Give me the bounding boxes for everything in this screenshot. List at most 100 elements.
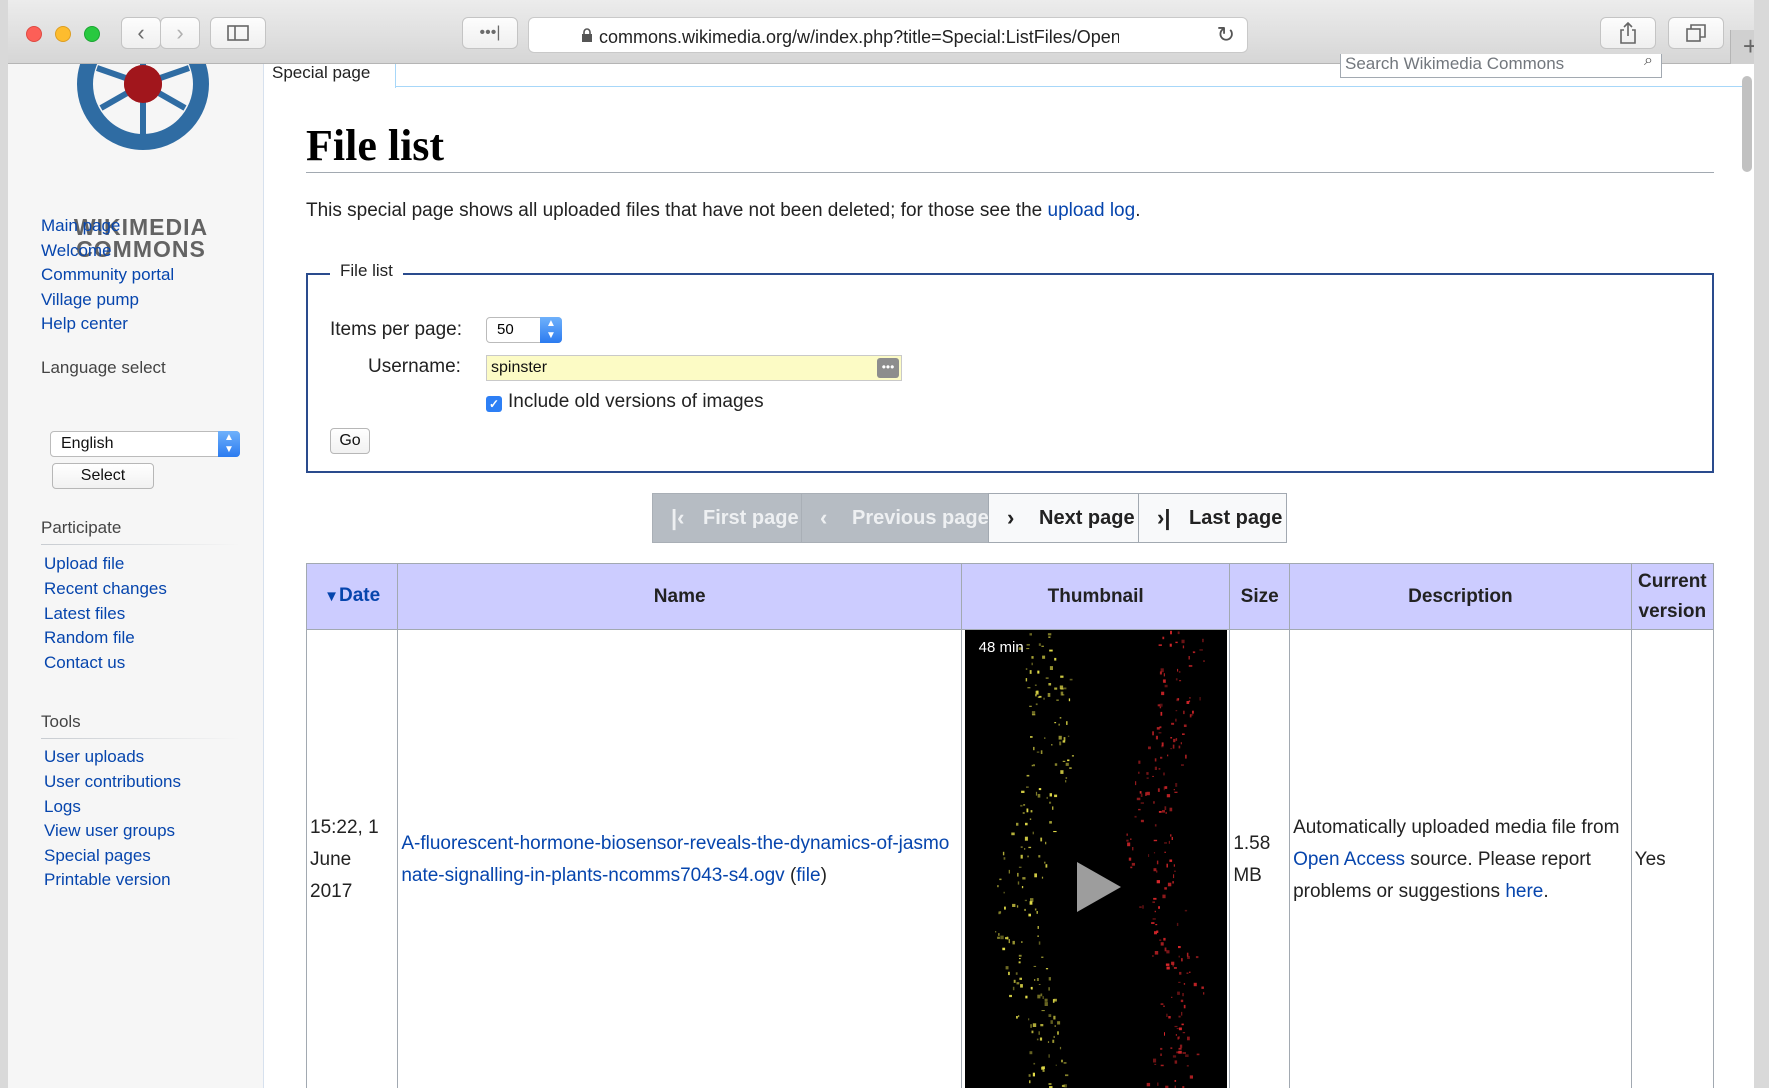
cell-size: 1.58 MB	[1229, 629, 1291, 1088]
cell-description: Automatically uploaded media file from O…	[1289, 629, 1632, 1088]
chevron-left-icon: ‹	[820, 505, 828, 530]
video-duration: 48 min	[978, 639, 1024, 656]
cell-current-version: Yes	[1630, 629, 1715, 1088]
perpage-label: Items per page:	[330, 319, 463, 340]
minimize-window-button[interactable]	[55, 26, 71, 42]
language-select-button[interactable]: Select	[52, 463, 154, 489]
table-header-row: ▼Date Name Thumbnail Size Description Cu…	[305, 563, 1715, 630]
more-dots-icon: •••|	[479, 24, 501, 41]
cell-thumbnail: 48 min	[960, 629, 1231, 1088]
chevron-updown-icon: ▲ ▼	[218, 431, 240, 457]
main-content: Special page Search Wikimedia Commons ⌕ F…	[264, 54, 1754, 1088]
sidebar-item-latest-files[interactable]: Latest files	[44, 604, 125, 624]
tabs-overview-button[interactable]	[1668, 17, 1724, 49]
lock-icon	[582, 28, 592, 42]
sidebar-item-upload-file[interactable]: Upload file	[44, 554, 124, 574]
sidebar-item-logs[interactable]: Logs	[44, 797, 81, 817]
include-old-versions-label: Include old versions of images	[508, 391, 764, 412]
sidebar-item-main-page[interactable]: Main page	[41, 216, 120, 236]
open-access-link[interactable]: Open Access	[1293, 849, 1405, 870]
previous-page-button[interactable]: ‹ Previous page	[801, 493, 989, 543]
tabs-icon	[1686, 24, 1706, 42]
forward-button[interactable]: ›	[160, 17, 200, 49]
chevron-right-icon: ›	[1007, 505, 1015, 530]
zoom-window-button[interactable]	[84, 26, 100, 42]
column-header-thumbnail: Thumbnail	[960, 563, 1231, 630]
autofill-icon[interactable]: •••	[877, 358, 899, 378]
sidebar-item-user-contributions[interactable]: User contributions	[44, 772, 181, 792]
sidebar-item-view-user-groups[interactable]: View user groups	[44, 821, 175, 841]
share-button[interactable]	[1600, 17, 1656, 49]
chevron-left-icon: ‹	[137, 20, 145, 45]
search-icon[interactable]: ⌕	[1644, 54, 1653, 70]
go-button[interactable]: Go	[330, 428, 370, 454]
sidebar-item-recent-changes[interactable]: Recent changes	[44, 579, 167, 599]
reload-icon[interactable]: ↻	[1217, 22, 1235, 48]
next-page-button[interactable]: › Next page	[988, 493, 1139, 543]
top-sites-button[interactable]: •••|	[462, 17, 518, 49]
sidebar-item-random-file[interactable]: Random file	[44, 628, 135, 648]
share-icon	[1620, 21, 1636, 44]
include-old-versions-checkbox[interactable]: ✓	[486, 396, 502, 412]
column-header-description[interactable]: Description	[1289, 563, 1632, 630]
language-select-heading: Language select	[41, 358, 166, 377]
page-title: File list	[306, 121, 445, 170]
search-input[interactable]: Search Wikimedia Commons ⌕	[1340, 54, 1662, 78]
last-page-button[interactable]: ›| Last page	[1138, 493, 1287, 543]
sidebar-item-help-center[interactable]: Help center	[41, 314, 128, 334]
sidebar-item-contact-us[interactable]: Contact us	[44, 653, 125, 673]
chevron-updown-icon: ▲ ▼	[540, 317, 562, 343]
tab-strip: Special page Search Wikimedia Commons ⌕	[264, 54, 1754, 88]
close-window-button[interactable]	[26, 26, 42, 42]
column-header-size[interactable]: Size	[1229, 563, 1291, 630]
sidebar-item-village-pump[interactable]: Village pump	[41, 290, 139, 310]
back-button[interactable]: ‹	[121, 17, 161, 49]
video-thumbnail[interactable]: 48 min	[964, 630, 1227, 1088]
sidebar-item-user-uploads[interactable]: User uploads	[44, 747, 144, 767]
chevron-right-icon: ›	[176, 20, 184, 45]
browser-window: ‹ › •••| commons.wikimedia.org/w/index.p…	[8, 0, 1754, 1088]
cell-date: 15:22, 1 June 2017	[305, 629, 399, 1088]
plus-icon: +	[1742, 31, 1754, 61]
wikimedia-commons-logo[interactable]	[68, 64, 218, 204]
fluorescence-image	[994, 630, 1205, 1088]
page-intro: This special page shows all uploaded fil…	[306, 200, 1141, 221]
sidebar-item-printable-version[interactable]: Printable version	[44, 870, 171, 890]
scrollbar-thumb[interactable]	[1742, 76, 1752, 172]
sidebar-item-welcome[interactable]: Welcome	[41, 241, 112, 261]
file-name-link[interactable]: A-fluorescent-hormone-biosensor-reveals-…	[401, 833, 949, 886]
perpage-select[interactable]: 50 ▲ ▼	[486, 317, 562, 343]
address-bar[interactable]: commons.wikimedia.org/w/index.php?title=…	[528, 17, 1248, 53]
language-select[interactable]: English ▲ ▼	[50, 431, 240, 457]
tools-divider	[41, 738, 241, 739]
sidebar-icon	[227, 25, 249, 41]
column-header-name[interactable]: Name	[397, 563, 962, 630]
first-page-button[interactable]: |‹ First page	[652, 493, 802, 543]
file-list-form: File list Items per page: 50 ▲ ▼ Username:…	[306, 261, 1714, 473]
username-field[interactable]: spinster •••	[486, 355, 902, 381]
sidebar-item-special-pages[interactable]: Special pages	[44, 846, 151, 866]
username-label: Username:	[368, 356, 461, 377]
checkmark-icon: ✓	[488, 397, 500, 411]
sidebar-toggle-button[interactable]	[210, 17, 266, 49]
cell-name: A-fluorescent-hormone-biosensor-reveals-…	[397, 629, 962, 1088]
participate-divider	[41, 544, 241, 545]
tab-special-page[interactable]: Special page	[264, 64, 396, 88]
title-divider	[306, 172, 1714, 173]
tools-heading: Tools	[41, 712, 81, 731]
sidebar: WIKIMEDIA COMMONS Main page Welcome Commu…	[8, 64, 264, 1088]
new-tab-button[interactable]: +	[1730, 30, 1754, 64]
sidebar-item-community-portal[interactable]: Community portal	[41, 265, 174, 285]
tab-divider	[396, 86, 1746, 87]
sort-desc-icon: ▼	[324, 588, 339, 605]
file-link[interactable]: file	[796, 865, 820, 886]
url-text: commons.wikimedia.org/w/index.php?title=…	[599, 27, 1119, 47]
upload-log-link[interactable]: upload log	[1048, 200, 1136, 221]
file-list-table: ▼Date Name Thumbnail Size Description Cu…	[305, 563, 1715, 1088]
column-header-date[interactable]: ▼Date	[305, 563, 399, 630]
participate-heading: Participate	[41, 518, 122, 537]
last-page-icon: ›|	[1157, 505, 1171, 530]
report-here-link[interactable]: here	[1505, 881, 1543, 902]
column-header-current-version: Current version	[1630, 563, 1715, 630]
play-icon[interactable]	[1076, 862, 1121, 912]
